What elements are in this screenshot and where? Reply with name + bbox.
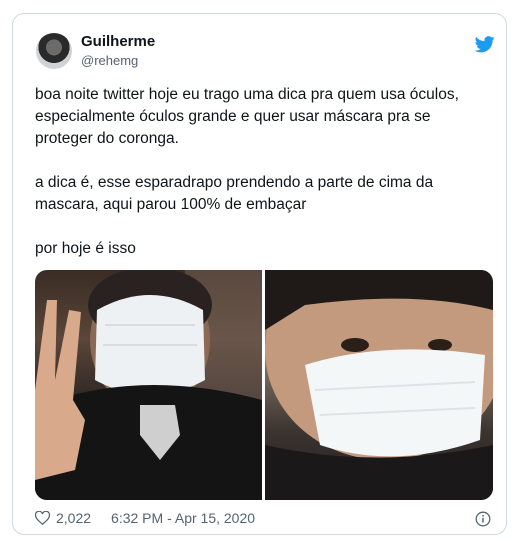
avatar[interactable] bbox=[36, 33, 72, 69]
tweet-text: boa noite twitter hoje eu trago uma dica… bbox=[35, 84, 490, 282]
tweet-timestamp[interactable]: 6:32 PM - Apr 15, 2020 bbox=[111, 510, 255, 526]
like-count[interactable]: 2,022 bbox=[56, 510, 91, 526]
tweet-footer: 2,022 6:32 PM - Apr 15, 2020 bbox=[35, 510, 255, 526]
info-icon[interactable] bbox=[475, 511, 491, 527]
tweet-paragraph: boa noite twitter hoje eu trago uma dica… bbox=[35, 86, 459, 147]
photo-1-illustration bbox=[35, 270, 262, 500]
tweet-card: Guilherme @rehemg boa noite twitter hoje… bbox=[12, 13, 507, 535]
heart-icon[interactable] bbox=[35, 511, 50, 525]
author-handle[interactable]: @rehemg bbox=[81, 53, 138, 68]
tweet-photo-2[interactable] bbox=[265, 270, 493, 500]
tweet-paragraph: por hoje é isso bbox=[35, 240, 136, 257]
author-name[interactable]: Guilherme bbox=[81, 33, 155, 50]
photo-2-illustration bbox=[265, 270, 493, 500]
tweet-photo-1[interactable] bbox=[35, 270, 262, 500]
tweet-paragraph: a dica é, esse esparadrapo prendendo a p… bbox=[35, 174, 434, 213]
twitter-bird-icon[interactable] bbox=[475, 36, 495, 53]
